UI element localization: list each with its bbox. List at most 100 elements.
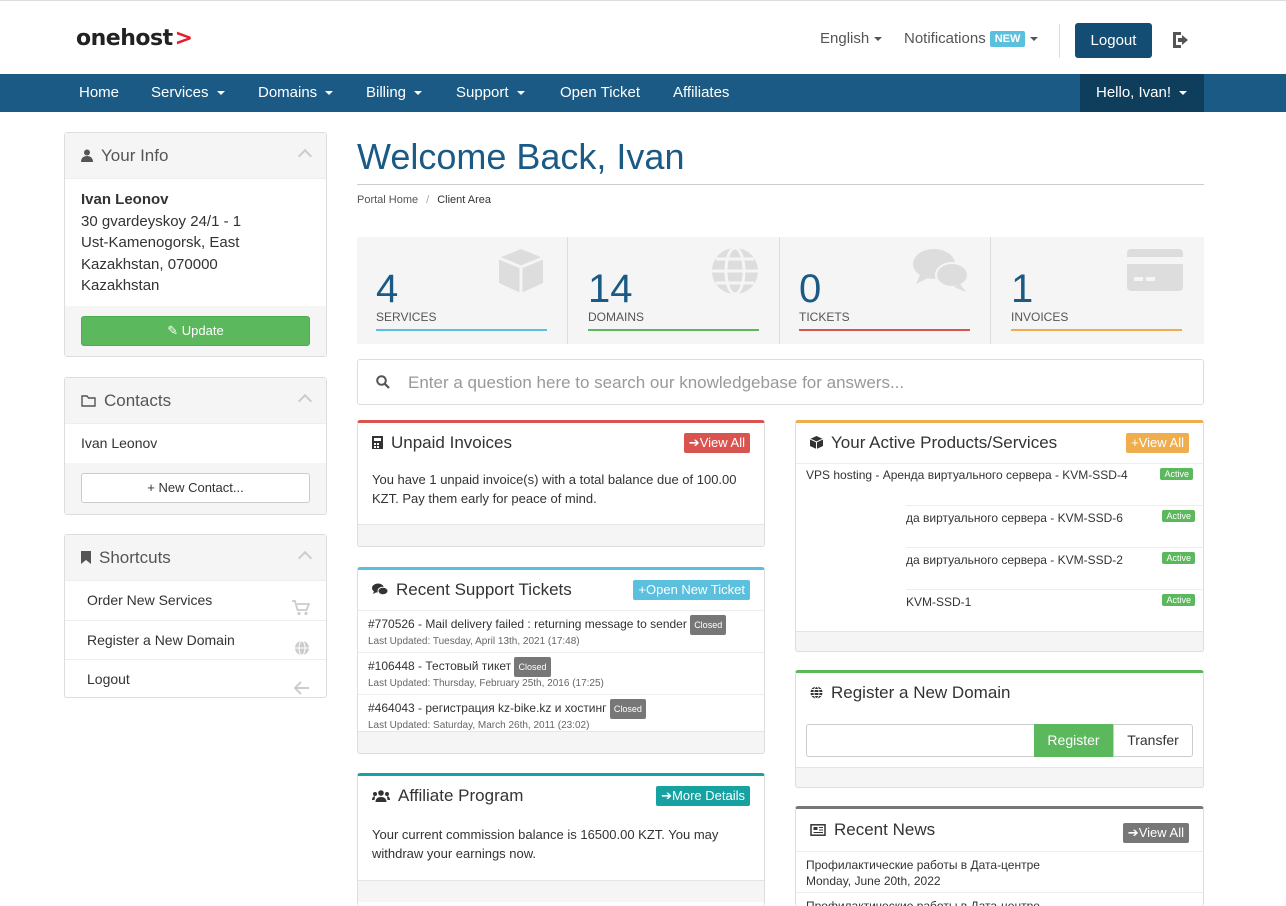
news-title: Профилактические работы в Дата-центре	[806, 858, 1040, 872]
calculator-icon	[372, 424, 383, 464]
nav-services[interactable]: Services	[151, 74, 225, 112]
plus-icon: +	[147, 480, 159, 495]
nav-home[interactable]: Home	[79, 74, 119, 112]
open-new-ticket-button[interactable]: +Open New Ticket	[633, 580, 750, 600]
invoices-view-all-button[interactable]: ➔View All	[683, 433, 750, 453]
tile-underline	[799, 329, 970, 331]
nav-support[interactable]: Support	[456, 74, 525, 112]
nav-billing[interactable]: Billing	[366, 74, 423, 112]
nav-services-label: Services	[151, 84, 209, 101]
ticket-updated: Last Updated: Thursday, February 25th, 2…	[368, 678, 604, 689]
news-item[interactable]: Профилактические работы в Дата-центре	[796, 892, 1203, 906]
ticket-row[interactable]: #770526 - Mail delivery failed : returni…	[358, 610, 764, 652]
nav-domains-label: Domains	[258, 84, 318, 101]
sign-out-icon[interactable]	[1170, 28, 1194, 52]
cube-icon	[495, 247, 547, 298]
main-nav: Home Services Domains Billing Support Op…	[0, 74, 1286, 112]
tile-invoices[interactable]: 1 INVOICES	[992, 237, 1203, 344]
contact-item[interactable]: Ivan Leonov	[65, 424, 326, 462]
status-badge: Closed	[690, 615, 727, 635]
product-row[interactable]: да виртуального сервера - KVM-SSD-2 Acti…	[906, 547, 1203, 589]
chevron-up-icon[interactable]	[297, 393, 313, 409]
chevron-down-icon	[1179, 91, 1188, 96]
ticket-subject: #770526 - Mail delivery failed : returni…	[368, 617, 687, 632]
notifications-dropdown[interactable]: Notifications NEW	[904, 30, 1039, 48]
tile-value: 0	[799, 267, 822, 311]
ticket-subject: #106448 - Тестовый тикет	[368, 659, 512, 674]
tile-domains[interactable]: 14 DOMAINS	[569, 237, 780, 344]
logo-arrow-icon: >	[174, 26, 193, 51]
tile-label: INVOICES	[1011, 310, 1069, 324]
chevron-down-icon	[325, 91, 334, 96]
users-icon	[372, 777, 390, 817]
chevron-down-icon	[1030, 37, 1039, 42]
chevron-down-icon	[414, 91, 423, 96]
domain-input[interactable]	[806, 724, 1035, 757]
your-info-title: Your Info	[101, 146, 169, 165]
product-name: VPS hosting - Аренда виртуального сервер…	[806, 468, 1128, 482]
product-row[interactable]: да виртуального сервера - KVM-SSD-6 Acti…	[906, 505, 1203, 547]
chevron-up-icon[interactable]	[297, 148, 313, 164]
user-greeting: Hello, Ivan!	[1096, 84, 1172, 101]
support-tickets-title: Recent Support Tickets	[396, 580, 572, 599]
affiliate-header: Affiliate Program ➔More Details	[358, 776, 764, 816]
chevron-down-icon	[516, 91, 525, 96]
comments-icon	[372, 571, 389, 611]
product-row[interactable]: VPS hosting - Аренда виртуального сервер…	[796, 463, 1203, 505]
contacts-header[interactable]: Contacts	[65, 378, 326, 424]
arrow-left-icon	[293, 671, 310, 710]
unpaid-invoices-title: Unpaid Invoices	[391, 433, 512, 452]
kb-search	[357, 359, 1204, 405]
invoices-summary: You have 1 unpaid invoice(s) with a tota…	[372, 472, 737, 506]
logo[interactable]: onehost>	[76, 26, 193, 51]
card-footer	[358, 524, 764, 546]
view-all-label: View All	[699, 435, 745, 450]
shortcut-register-domain[interactable]: Register a New Domain	[65, 620, 326, 659]
ticket-subject: #464043 - регистрация kz-bike.kz и хости…	[368, 701, 607, 716]
logout-button[interactable]: Logout	[1075, 23, 1152, 58]
shortcut-label: Order New Services	[87, 592, 213, 608]
nav-affiliates[interactable]: Affiliates	[673, 74, 729, 112]
news-item[interactable]: Профилактические работы в Дата-центре Mo…	[796, 851, 1203, 892]
globe-icon	[810, 674, 823, 714]
shortcut-order-services[interactable]: Order New Services	[65, 581, 326, 620]
tile-tickets[interactable]: 0 TICKETS	[780, 237, 991, 344]
products-view-all-button[interactable]: +View All	[1126, 433, 1189, 453]
ticket-row[interactable]: #106448 - Тестовый тикет Closed Last Upd…	[358, 652, 764, 694]
product-row[interactable]: KVM-SSD-1 Active	[906, 589, 1203, 631]
card-footer	[358, 880, 764, 902]
language-dropdown[interactable]: English	[820, 30, 883, 47]
header: onehost> English Notifications NEW Logout	[0, 4, 1286, 74]
open-new-ticket-label: Open New Ticket	[646, 582, 745, 597]
update-button[interactable]: ✎ Update	[81, 316, 310, 346]
tile-label: TICKETS	[799, 310, 850, 324]
nav-billing-label: Billing	[366, 84, 407, 101]
tile-services[interactable]: 4 SERVICES	[357, 237, 568, 344]
user-menu[interactable]: Hello, Ivan!	[1080, 74, 1204, 112]
unpaid-invoices-card: Unpaid Invoices ➔View All You have 1 unp…	[357, 420, 765, 547]
transfer-button[interactable]: Transfer	[1113, 724, 1193, 757]
arrow-right-icon: ➔	[661, 788, 673, 803]
new-contact-button[interactable]: + New Contact...	[81, 473, 310, 503]
shortcuts-panel: Shortcuts Order New Services Register a …	[64, 534, 327, 698]
nav-open-ticket[interactable]: Open Ticket	[560, 74, 640, 112]
new-contact-label: New Contact...	[158, 480, 244, 495]
chevron-up-icon[interactable]	[297, 550, 313, 566]
register-button[interactable]: Register	[1034, 724, 1113, 757]
shortcuts-header[interactable]: Shortcuts	[65, 535, 326, 581]
news-view-all-button[interactable]: ➔View All	[1122, 823, 1189, 843]
breadcrumb-client-area: Client Area	[437, 194, 492, 206]
your-info-header[interactable]: Your Info	[65, 133, 326, 179]
shortcut-logout[interactable]: Logout	[65, 659, 326, 698]
register-domain-title: Register a New Domain	[831, 683, 1011, 702]
ticket-row[interactable]: #464043 - регистрация kz-bike.kz и хости…	[358, 694, 764, 736]
nav-domains[interactable]: Domains	[258, 74, 334, 112]
more-details-button[interactable]: ➔More Details	[656, 786, 750, 806]
register-domain-card: Register a New Domain Register Transfer	[795, 670, 1204, 788]
kb-search-input[interactable]	[408, 368, 1188, 398]
user-icon	[81, 134, 93, 180]
recent-news-card: Recent News ➔View All Профилактические р…	[795, 806, 1204, 906]
breadcrumb-separator: /	[426, 194, 430, 206]
address-block: Ivan Leonov 30 gvardeyskoy 24/1 - 1 Ust-…	[65, 179, 326, 303]
breadcrumb-portal-home[interactable]: Portal Home	[357, 194, 418, 206]
